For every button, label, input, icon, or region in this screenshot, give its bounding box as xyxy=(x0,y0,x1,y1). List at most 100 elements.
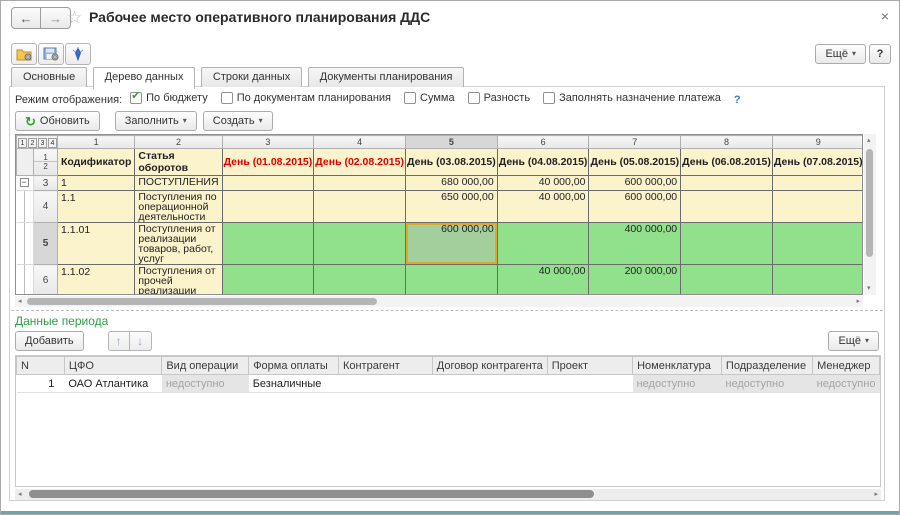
value-cell[interactable]: 680 000,00 xyxy=(406,176,498,191)
row-number-header[interactable]: 12 xyxy=(34,149,58,176)
period-column-header-0[interactable]: N xyxy=(17,357,65,375)
grid-header-day-2[interactable]: День (02.08.2015) xyxy=(314,149,406,176)
tab-data-rows[interactable]: Строки данных xyxy=(201,67,302,87)
row-number-header[interactable]: 3 xyxy=(34,176,58,191)
period-column-header-3[interactable]: Форма оплаты xyxy=(249,357,339,375)
value-cell[interactable] xyxy=(222,176,314,191)
value-cell[interactable]: 200 000,00 xyxy=(589,265,681,296)
period-column-header-7[interactable]: Номенклатура xyxy=(633,357,722,375)
scroll-down-icon[interactable]: ▾ xyxy=(867,285,871,292)
collapse-node-icon[interactable]: − xyxy=(20,178,29,187)
value-cell[interactable] xyxy=(222,265,314,296)
column-number-header[interactable]: 5 xyxy=(406,136,498,149)
value-cell[interactable] xyxy=(314,191,406,223)
value-cell[interactable] xyxy=(222,223,314,265)
scroll-thumb[interactable] xyxy=(27,298,377,305)
scroll-up-icon[interactable]: ▴ xyxy=(867,137,871,144)
mode-checkbox-1[interactable]: По документам планирования xyxy=(221,92,391,104)
column-number-header[interactable]: 3 xyxy=(222,136,314,149)
scroll-thumb[interactable] xyxy=(866,149,873,257)
period-column-header-2[interactable]: Вид операции xyxy=(162,357,249,375)
scroll-left-icon[interactable]: ◂ xyxy=(18,298,22,305)
checkbox-box[interactable] xyxy=(468,92,480,104)
period-cell[interactable] xyxy=(338,375,432,393)
value-cell[interactable]: 600 000,00 xyxy=(589,191,681,223)
period-column-header-9[interactable]: Менеджер xyxy=(813,357,880,375)
tab-main[interactable]: Основные xyxy=(11,67,87,87)
grid-header-day-7[interactable]: День (07.08.2015) xyxy=(772,149,863,176)
period-horizontal-scrollbar[interactable]: ◂ ▸ xyxy=(15,489,881,500)
value-cell[interactable]: 650 000,00 xyxy=(406,191,498,223)
tab-data-tree[interactable]: Дерево данных xyxy=(93,67,196,89)
value-cell[interactable] xyxy=(314,176,406,191)
mode-help-icon[interactable]: ? xyxy=(734,94,741,106)
refresh-button[interactable]: ↻ Обновить xyxy=(15,111,100,131)
period-cell[interactable]: недоступно xyxy=(721,375,812,393)
grid-vertical-scrollbar[interactable]: ▴ ▾ xyxy=(864,134,876,295)
value-cell[interactable]: 40 000,00 xyxy=(497,265,589,296)
value-cell[interactable] xyxy=(681,191,773,223)
grid-horizontal-scrollbar[interactable]: ◂ ▸ xyxy=(15,296,863,307)
grid-header-day-4[interactable]: День (04.08.2015) xyxy=(497,149,589,176)
period-cell[interactable]: недоступно xyxy=(813,375,880,393)
more-actions-button[interactable]: Ещё ▾ xyxy=(815,44,866,64)
value-cell[interactable] xyxy=(681,223,773,265)
highlight-button[interactable] xyxy=(65,43,91,65)
group-level-button-3[interactable]: 3 xyxy=(38,138,47,148)
close-icon[interactable]: × xyxy=(881,8,889,24)
period-cell[interactable]: Безналичные xyxy=(249,375,339,393)
mode-checkbox-2[interactable]: Сумма xyxy=(404,92,455,104)
move-down-button[interactable]: ↓ xyxy=(130,331,152,351)
row-number-header[interactable]: 4 xyxy=(34,191,58,223)
period-column-header-4[interactable]: Контрагент xyxy=(338,357,432,375)
grid-header-article[interactable]: Статья оборотов xyxy=(135,149,222,176)
scroll-right-icon[interactable]: ▸ xyxy=(856,298,860,305)
load-settings-button[interactable] xyxy=(11,43,37,65)
article-cell[interactable]: Поступления от реализации товаров, работ… xyxy=(135,223,222,265)
value-cell[interactable] xyxy=(772,176,863,191)
checkbox-box[interactable] xyxy=(404,92,416,104)
column-number-header[interactable]: 4 xyxy=(314,136,406,149)
column-number-header[interactable]: 7 xyxy=(589,136,681,149)
period-cell[interactable] xyxy=(547,375,632,393)
value-cell[interactable] xyxy=(497,223,589,265)
period-cell[interactable]: 1 xyxy=(17,375,65,393)
code-cell[interactable]: 1 xyxy=(58,176,135,191)
move-up-button[interactable]: ↑ xyxy=(108,331,130,351)
column-number-header[interactable]: 9 xyxy=(772,136,863,149)
mode-checkbox-4[interactable]: Заполнять назначение платежа xyxy=(543,92,721,104)
row-number-header[interactable]: 5 xyxy=(34,223,58,265)
value-cell[interactable] xyxy=(314,265,406,296)
value-cell[interactable] xyxy=(222,191,314,223)
group-level-button-1[interactable]: 1 xyxy=(18,138,27,148)
code-cell[interactable]: 1.1.01 xyxy=(58,223,135,265)
group-level-button-4[interactable]: 4 xyxy=(48,138,57,148)
value-cell[interactable] xyxy=(406,265,498,296)
period-column-header-5[interactable]: Договор контрагента xyxy=(432,357,547,375)
period-more-button[interactable]: Ещё ▾ xyxy=(828,331,879,351)
grid-header-day-1[interactable]: День (01.08.2015) xyxy=(222,149,314,176)
period-cell[interactable] xyxy=(432,375,547,393)
grid-header-day-6[interactable]: День (06.08.2015) xyxy=(681,149,773,176)
back-button[interactable]: ← xyxy=(11,7,41,29)
mode-checkbox-3[interactable]: Разность xyxy=(468,92,530,104)
group-level-button-2[interactable]: 2 xyxy=(28,138,37,148)
value-cell[interactable] xyxy=(772,191,863,223)
create-button[interactable]: Создать ▾ xyxy=(203,111,273,131)
table-row[interactable]: 1ОАО АтлантиканедоступноБезналичныенедос… xyxy=(17,375,880,393)
value-cell[interactable] xyxy=(772,223,863,265)
checkbox-box[interactable] xyxy=(221,92,233,104)
scroll-left-icon[interactable]: ◂ xyxy=(18,491,22,498)
period-column-header-8[interactable]: Подразделение xyxy=(721,357,812,375)
period-column-header-1[interactable]: ЦФО xyxy=(64,357,161,375)
checkbox-box[interactable]: ✔ xyxy=(130,92,142,104)
value-cell[interactable] xyxy=(772,265,863,296)
favorite-star-icon[interactable]: ☆ xyxy=(67,8,82,28)
add-button[interactable]: Добавить xyxy=(15,331,84,351)
row-number-header[interactable]: 6 xyxy=(34,265,58,296)
grid-header-code[interactable]: Кодификатор xyxy=(58,149,135,176)
tab-planning-documents[interactable]: Документы планирования xyxy=(308,67,465,87)
help-button[interactable]: ? xyxy=(869,44,891,64)
value-cell[interactable]: 600 000,00 xyxy=(589,176,681,191)
column-number-header[interactable]: 2 xyxy=(135,136,222,149)
